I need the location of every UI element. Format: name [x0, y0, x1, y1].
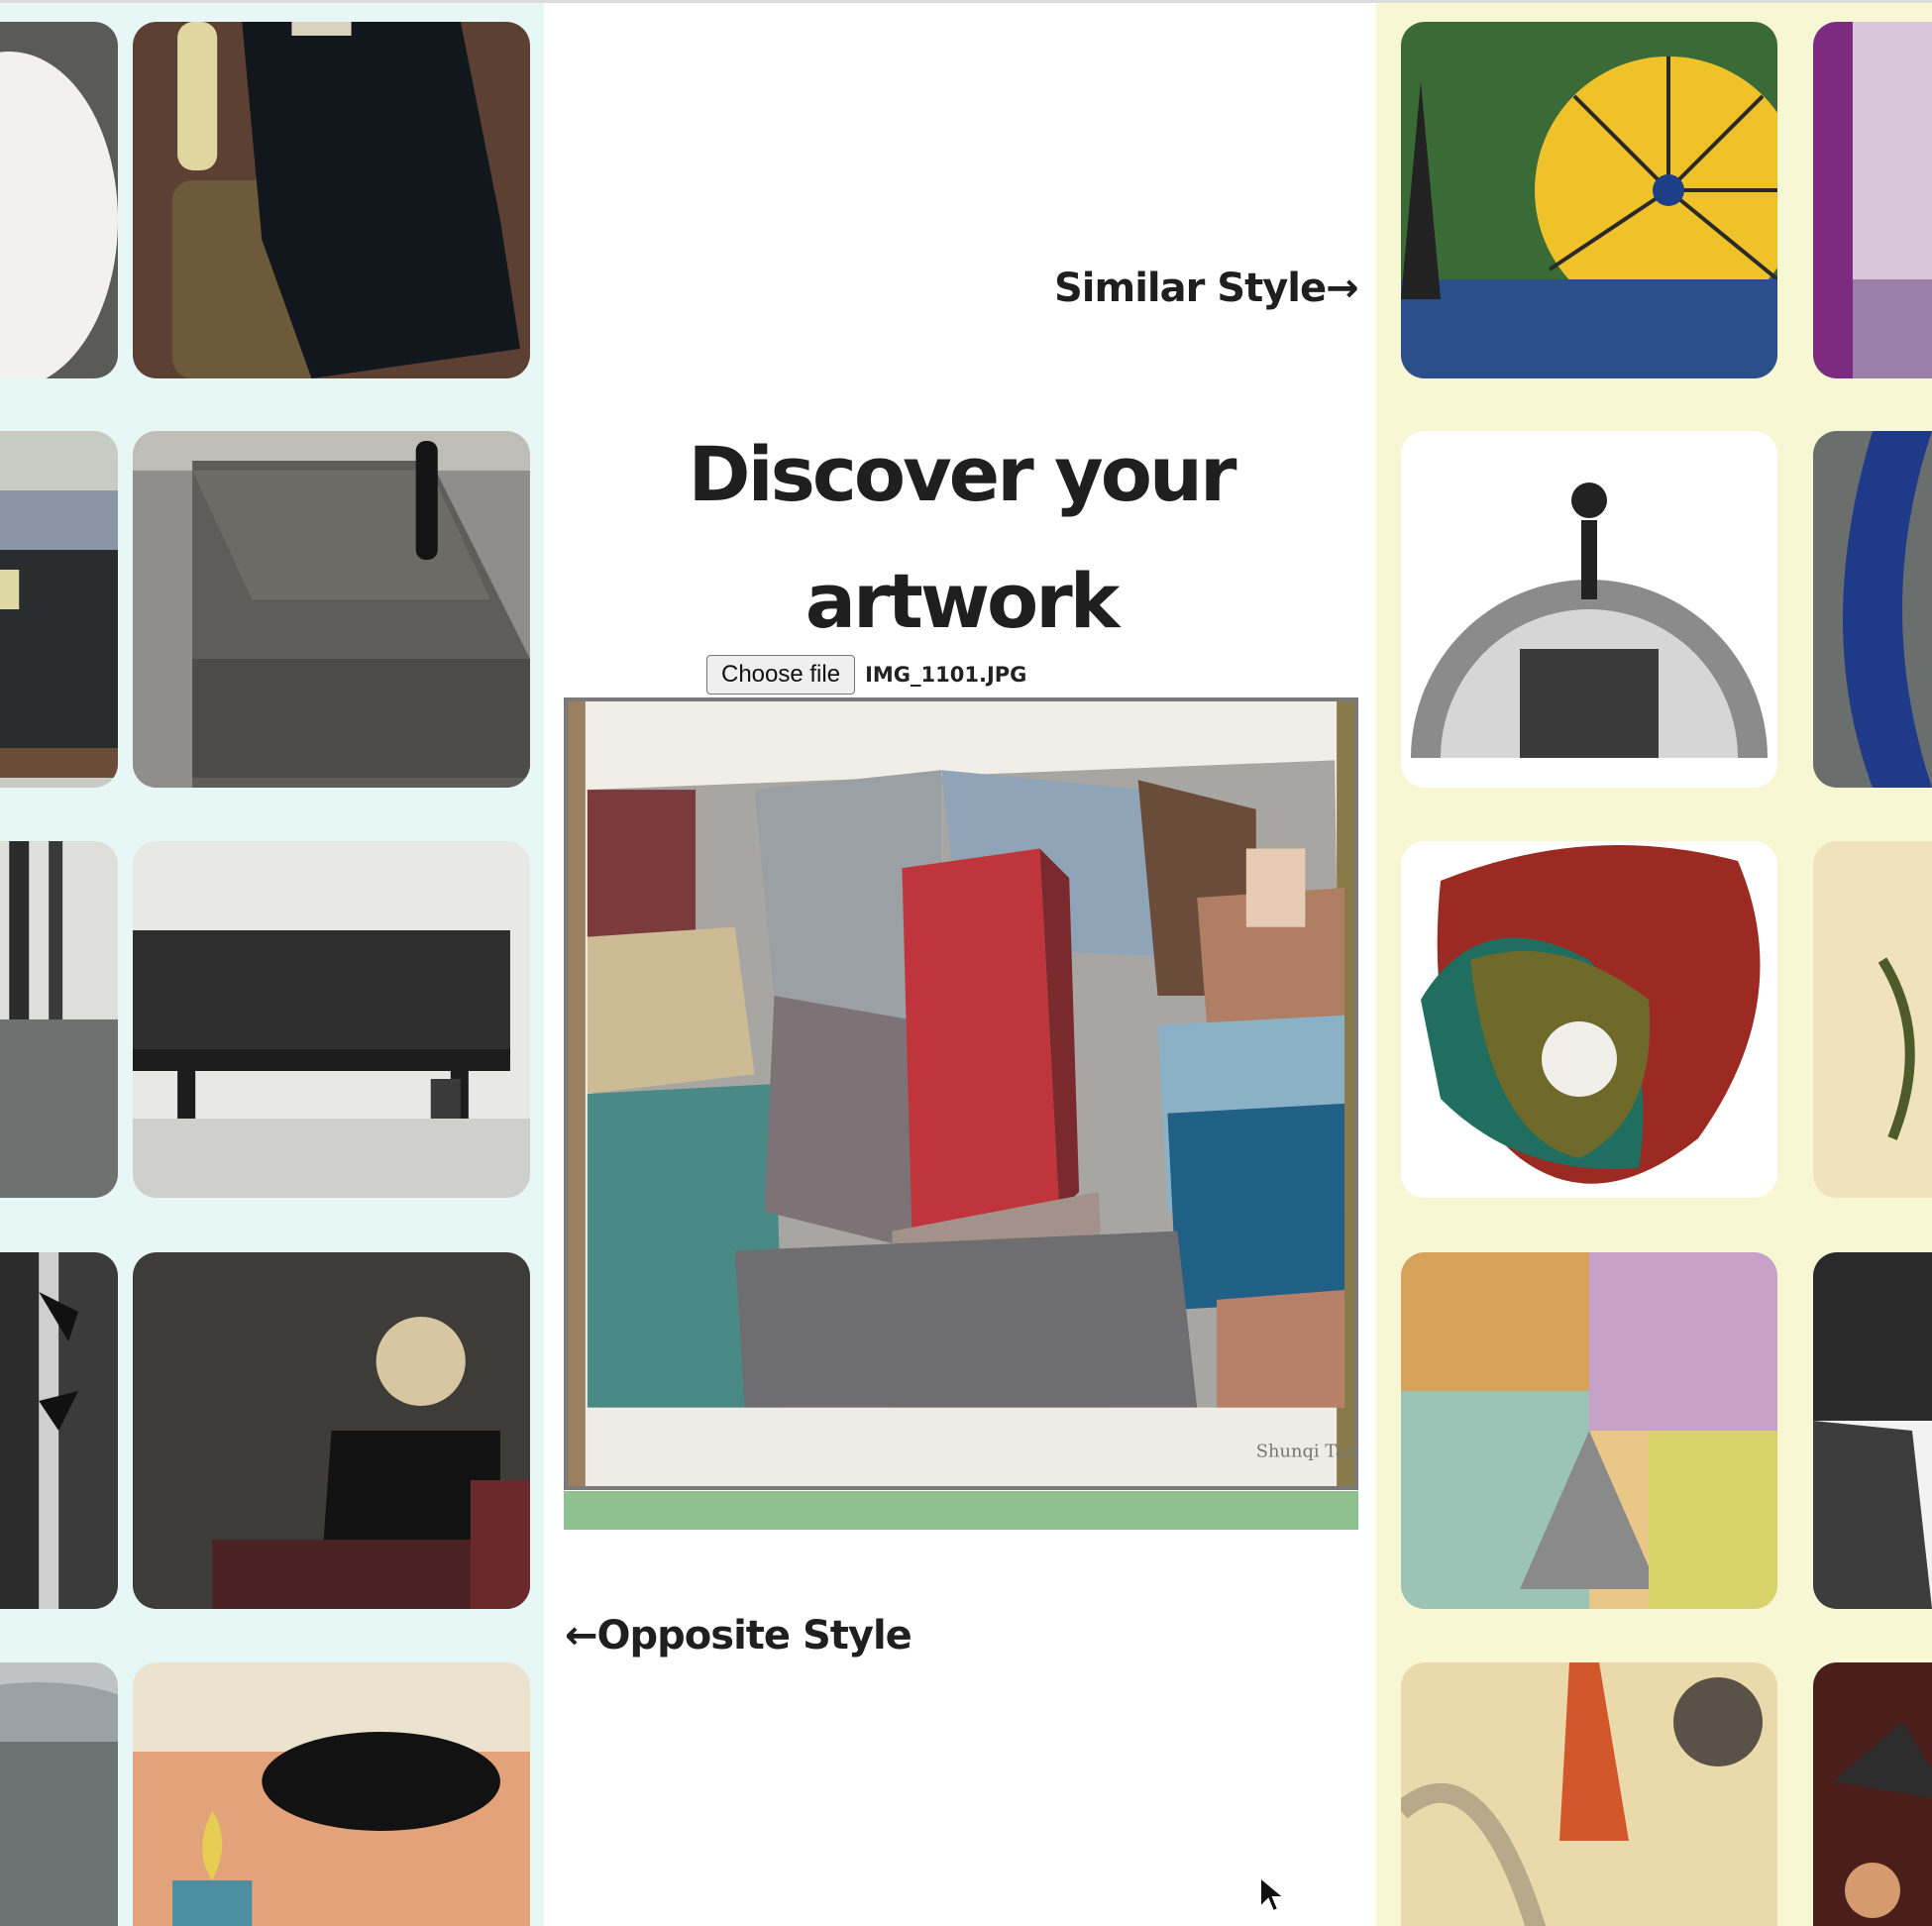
- similar-style-label: Similar Style→: [1054, 266, 1359, 311]
- progress-bar: [564, 1491, 1358, 1530]
- title-line-1: Discover your: [688, 430, 1236, 518]
- opposite-style-text: Opposite Style: [596, 1613, 912, 1658]
- mouse-cursor-icon: [1259, 1875, 1286, 1913]
- artwork-thumbnail[interactable]: [1401, 1252, 1777, 1609]
- artwork-thumbnail[interactable]: [133, 1662, 530, 1926]
- right-arrow-icon: →: [1326, 266, 1359, 311]
- similar-style-gallery[interactable]: [1376, 3, 1932, 1926]
- choose-file-button[interactable]: Choose file: [706, 655, 856, 695]
- artwork-thumbnail[interactable]: [1401, 841, 1777, 1198]
- opposite-style-label: ←Opposite Style: [565, 1613, 912, 1658]
- artwork-thumbnail[interactable]: [1813, 431, 1932, 788]
- left-arrow-icon: ←: [565, 1613, 598, 1658]
- artwork-thumbnail[interactable]: [1401, 1662, 1777, 1926]
- artwork-thumbnail[interactable]: [1813, 22, 1932, 378]
- artwork-thumbnail[interactable]: [1813, 1662, 1932, 1926]
- artwork-thumbnail[interactable]: [1401, 431, 1777, 788]
- artwork-thumbnail[interactable]: [133, 431, 530, 788]
- artwork-thumbnail[interactable]: [133, 22, 530, 378]
- uploaded-artwork-preview: Shunqi Tang: [564, 697, 1358, 1490]
- artwork-thumbnail[interactable]: [0, 22, 118, 378]
- artwork-signature: Shunqi Tang: [1256, 1441, 1354, 1461]
- progress-fill: [564, 1491, 1358, 1530]
- artwork-thumbnail[interactable]: [133, 841, 530, 1198]
- artwork-thumbnail[interactable]: [0, 841, 118, 1198]
- artwork-thumbnail[interactable]: [0, 1662, 118, 1926]
- opposite-style-gallery[interactable]: [0, 3, 544, 1926]
- artwork-thumbnail[interactable]: [0, 431, 118, 788]
- title-line-2: artwork: [805, 557, 1121, 645]
- artwork-thumbnail[interactable]: [1813, 841, 1932, 1198]
- artwork-thumbnail[interactable]: [0, 1252, 118, 1609]
- artwork-thumbnail[interactable]: [133, 1252, 530, 1609]
- similar-style-text: Similar Style: [1054, 266, 1327, 311]
- artwork-thumbnail[interactable]: [1813, 1252, 1932, 1609]
- selected-file-name: IMG_1101.JPG: [865, 663, 1027, 687]
- artwork-thumbnail[interactable]: [1401, 22, 1777, 378]
- page-title: Discover your artwork: [614, 411, 1308, 665]
- file-upload[interactable]: Choose file IMG_1101.JPG: [706, 655, 1026, 695]
